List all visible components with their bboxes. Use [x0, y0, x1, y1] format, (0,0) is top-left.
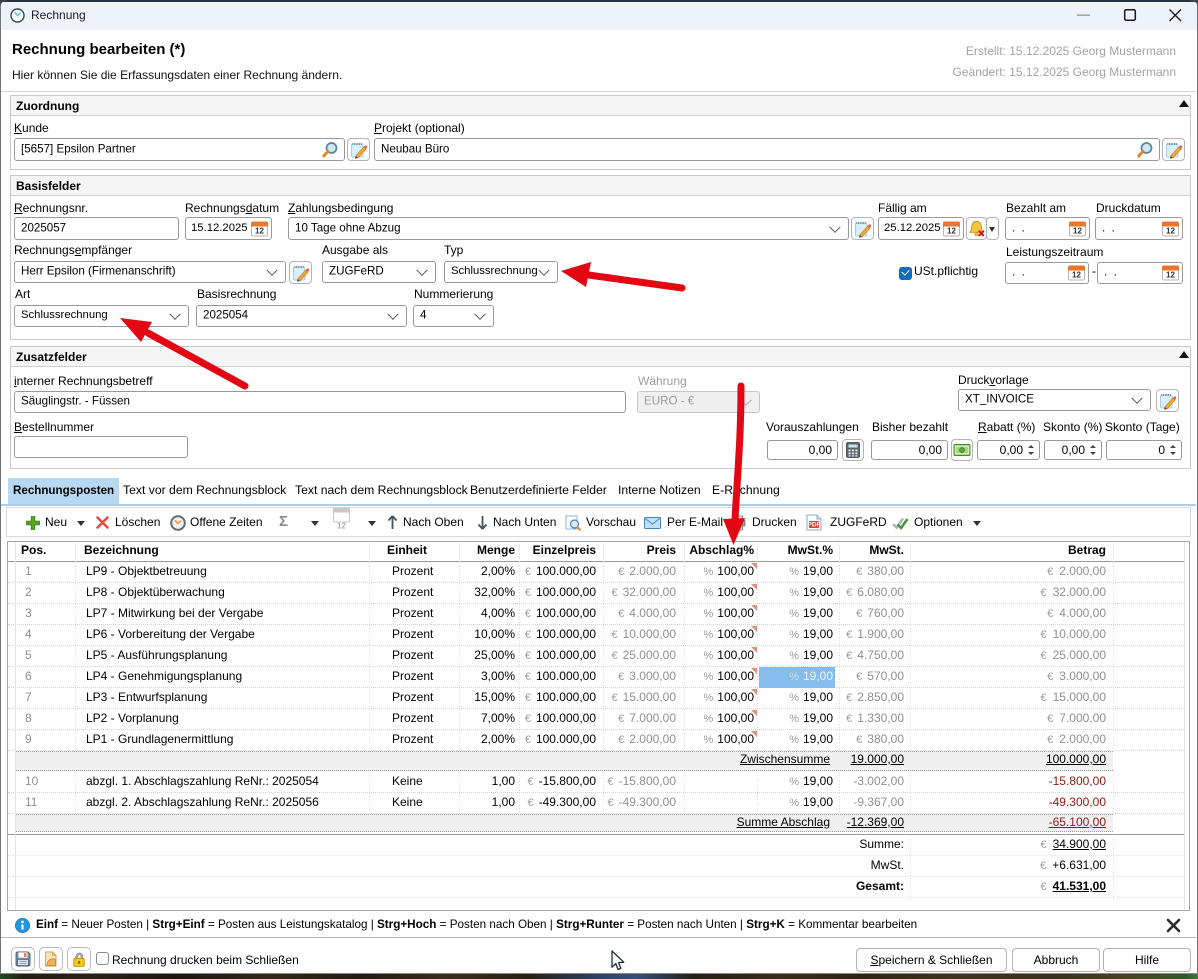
svg-text:PDF: PDF [808, 522, 821, 529]
